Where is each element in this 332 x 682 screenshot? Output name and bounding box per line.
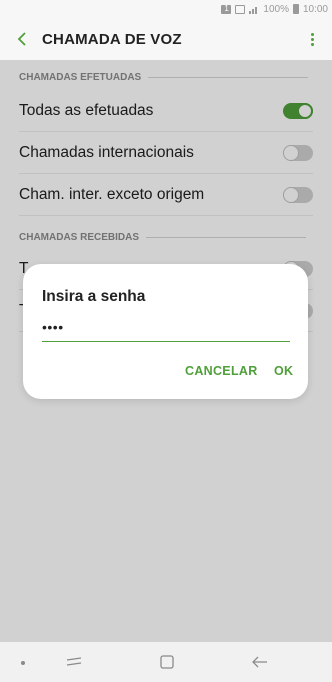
battery-icon [292,4,299,14]
password-input[interactable]: •••• [42,319,64,335]
back-arrow-icon[interactable] [12,29,32,49]
input-underline [42,341,290,342]
password-dialog: Insira a senha •••• CANCELAR OK [23,264,308,399]
back-nav-icon[interactable] [251,654,269,670]
more-vert-icon[interactable] [304,29,320,49]
app-bar: CHAMADA DE VOZ [0,18,332,60]
clock: 10:00 [302,3,328,15]
recent-apps-icon[interactable] [64,654,84,670]
battery-percent: 100% [263,3,289,15]
ok-button[interactable]: OK [274,364,293,378]
sim-indicator-icon: 1 [221,3,232,14]
image-notification-icon [235,4,246,14]
sim-label: 1 [224,3,229,13]
signal-icon [249,5,259,14]
status-bar: 1 100% 10:00 [0,0,332,18]
nav-dot-icon [21,661,25,665]
home-icon[interactable] [159,654,175,670]
navigation-bar [0,642,332,682]
page-title: CHAMADA DE VOZ [42,30,182,48]
dialog-title: Insira a senha [42,288,146,305]
cancel-button[interactable]: CANCELAR [185,364,258,378]
